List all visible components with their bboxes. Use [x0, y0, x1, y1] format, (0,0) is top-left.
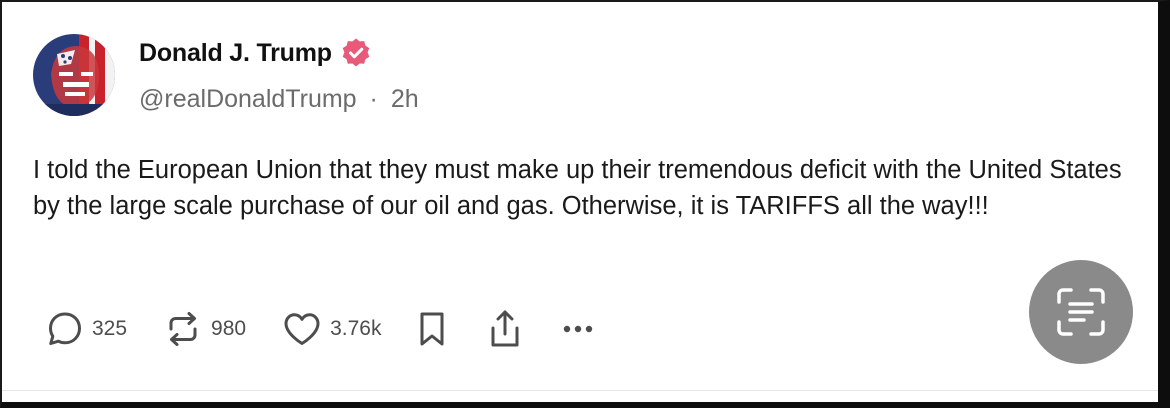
share-icon [491, 310, 519, 347]
author-handle[interactable]: @realDonaldTrump [139, 85, 357, 113]
bookmark-icon [420, 312, 444, 346]
scan-text-icon [1057, 288, 1105, 336]
verified-badge-icon [342, 38, 370, 67]
share-button[interactable] [487, 308, 523, 350]
more-icon [564, 325, 593, 333]
like-button[interactable]: 3.76k [282, 310, 381, 348]
like-icon [284, 313, 320, 345]
handle-separator: · [369, 85, 378, 113]
post-divider [2, 390, 1158, 391]
bookmark-button[interactable] [417, 309, 447, 349]
american-flag-face-avatar-icon [33, 34, 115, 116]
post-actions-bar: 325 980 3.76k [46, 308, 593, 350]
reply-count: 325 [92, 317, 128, 340]
author-handle-row: @realDonaldTrump · 2h [139, 85, 419, 114]
reply-button[interactable]: 325 [46, 310, 127, 348]
author-display-name[interactable]: Donald J. Trump [139, 39, 332, 68]
retruth-icon [169, 312, 197, 346]
like-count: 3.76k [330, 317, 382, 340]
retruth-count: 980 [211, 317, 247, 340]
post-time-ago[interactable]: 2h [391, 85, 419, 113]
author-name-row: Donald J. Trump [139, 37, 372, 69]
post-text: I told the European Union that they must… [33, 156, 1122, 220]
avatar[interactable] [33, 34, 115, 116]
scan-text-button[interactable] [1029, 260, 1133, 364]
reply-icon [49, 312, 81, 345]
retruth-button[interactable]: 980 [163, 309, 246, 349]
more-options-button[interactable] [563, 324, 593, 334]
